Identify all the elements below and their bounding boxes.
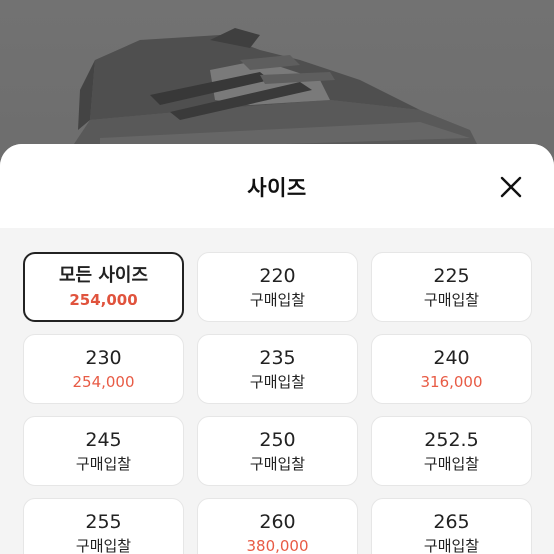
size-price: 316,000 bbox=[420, 373, 483, 391]
size-label: 240 bbox=[433, 347, 470, 369]
sheet-header: 사이즈 bbox=[0, 144, 554, 228]
size-price: 구매입찰 bbox=[423, 537, 480, 554]
size-price: 구매입찰 bbox=[249, 373, 306, 391]
sheet-title: 사이즈 bbox=[247, 176, 307, 200]
size-option-260[interactable]: 260 380,000 bbox=[197, 498, 358, 554]
size-label: 220 bbox=[259, 265, 296, 287]
size-option-252-5[interactable]: 252.5 구매입찰 bbox=[371, 416, 532, 486]
size-price: 구매입찰 bbox=[75, 455, 132, 473]
size-price: 구매입찰 bbox=[423, 291, 480, 309]
size-label: 255 bbox=[85, 511, 122, 533]
size-price: 구매입찰 bbox=[423, 455, 480, 473]
size-price: 구매입찰 bbox=[75, 537, 132, 554]
size-label: 260 bbox=[259, 511, 296, 533]
size-bottom-sheet: 사이즈 모든 사이즈 254,000 220 구매입찰 225 구매입찰 230… bbox=[0, 144, 554, 554]
size-price: 구매입찰 bbox=[249, 291, 306, 309]
size-label: 235 bbox=[259, 347, 296, 369]
size-option-265[interactable]: 265 구매입찰 bbox=[371, 498, 532, 554]
size-option-all[interactable]: 모든 사이즈 254,000 bbox=[23, 252, 184, 322]
size-label: 모든 사이즈 bbox=[58, 265, 149, 286]
screen: 사이즈 모든 사이즈 254,000 220 구매입찰 225 구매입찰 230… bbox=[0, 0, 554, 554]
size-option-235[interactable]: 235 구매입찰 bbox=[197, 334, 358, 404]
size-price: 380,000 bbox=[246, 537, 309, 554]
size-option-225[interactable]: 225 구매입찰 bbox=[371, 252, 532, 322]
size-option-245[interactable]: 245 구매입찰 bbox=[23, 416, 184, 486]
close-icon bbox=[500, 176, 522, 198]
size-option-230[interactable]: 230 254,000 bbox=[23, 334, 184, 404]
size-label: 225 bbox=[433, 265, 470, 287]
size-label: 252.5 bbox=[424, 429, 479, 451]
size-price: 구매입찰 bbox=[249, 455, 306, 473]
size-label: 250 bbox=[259, 429, 296, 451]
size-grid: 모든 사이즈 254,000 220 구매입찰 225 구매입찰 230 254… bbox=[23, 252, 532, 554]
size-price: 254,000 bbox=[72, 373, 135, 391]
close-button[interactable] bbox=[498, 174, 524, 200]
size-grid-area: 모든 사이즈 254,000 220 구매입찰 225 구매입찰 230 254… bbox=[0, 228, 554, 554]
size-option-220[interactable]: 220 구매입찰 bbox=[197, 252, 358, 322]
size-label: 230 bbox=[85, 347, 122, 369]
size-option-240[interactable]: 240 316,000 bbox=[371, 334, 532, 404]
size-label: 245 bbox=[85, 429, 122, 451]
size-option-255[interactable]: 255 구매입찰 bbox=[23, 498, 184, 554]
size-option-250[interactable]: 250 구매입찰 bbox=[197, 416, 358, 486]
size-label: 265 bbox=[433, 511, 470, 533]
size-price: 254,000 bbox=[69, 291, 138, 309]
